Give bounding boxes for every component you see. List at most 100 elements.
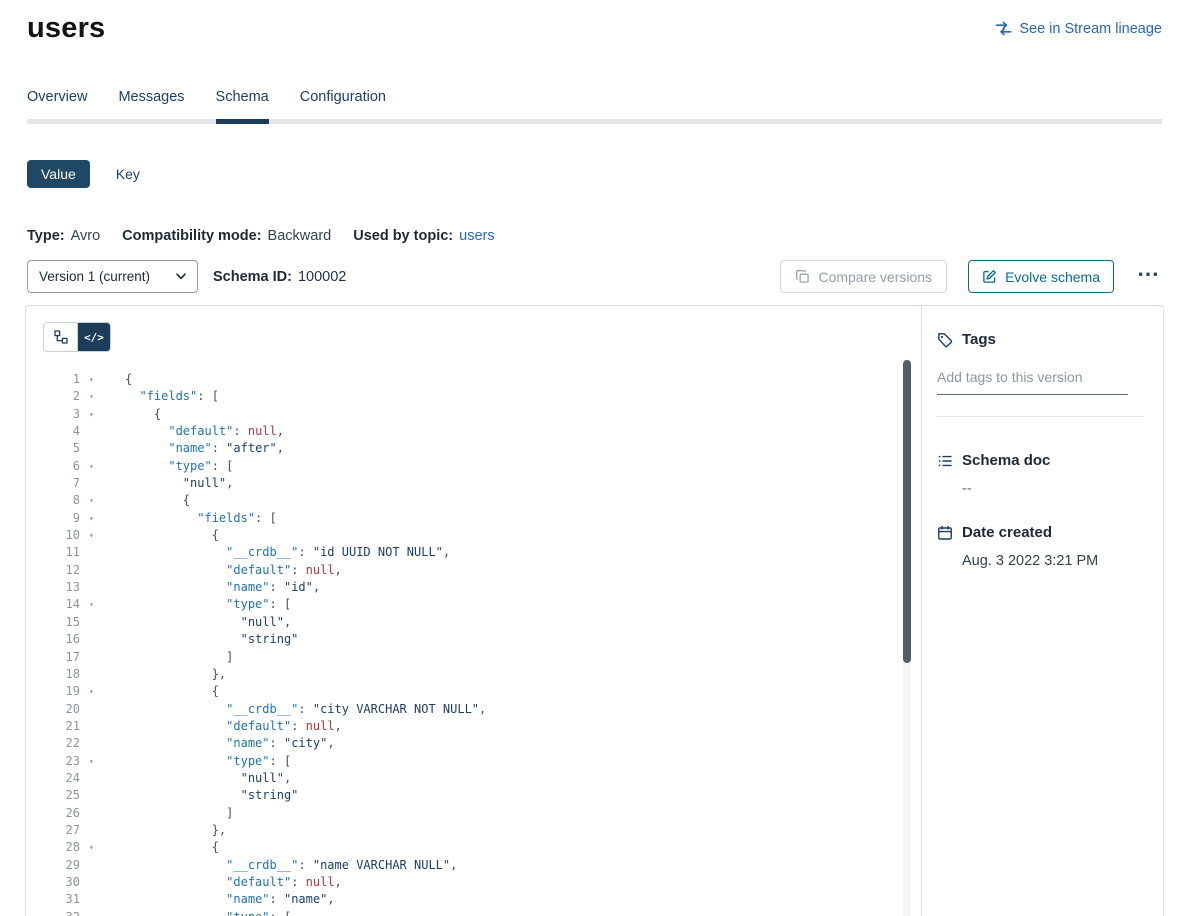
sidebar-divider [937, 416, 1144, 417]
fold-spacer [89, 857, 103, 874]
line-number: 13 [43, 579, 80, 596]
code-line-content: { [125, 406, 161, 423]
fold-spacer [89, 423, 103, 440]
stream-lineage-link[interactable]: See in Stream lineage [995, 21, 1162, 37]
schema-id-value: 100002 [298, 269, 346, 285]
tab-schema[interactable]: Schema [216, 89, 269, 119]
fold-spacer [89, 475, 103, 492]
line-number: 25 [43, 787, 80, 804]
stream-lineage-icon [995, 21, 1012, 36]
line-number: 20 [43, 701, 80, 718]
line-number: 6 [43, 458, 80, 475]
code-line: 11 "__crdb__": "id UUID NOT NULL", [43, 544, 921, 561]
evolve-schema-label: Evolve schema [1005, 269, 1100, 285]
code-line-content: "default": null, [125, 718, 342, 735]
code-line: 26 ] [43, 805, 921, 822]
code-line: 7 "null", [43, 475, 921, 492]
tags-title: Tags [962, 331, 996, 348]
code-line: 21 "default": null, [43, 718, 921, 735]
page-header: users See in Stream lineage [0, 0, 1189, 45]
fold-arrow-icon[interactable]: ▾ [89, 683, 103, 700]
compare-versions-button[interactable]: Compare versions [780, 260, 947, 293]
fold-arrow-icon[interactable]: ▾ [89, 596, 103, 613]
tab-messages[interactable]: Messages [118, 89, 184, 119]
code-line-content: "default": null, [125, 423, 284, 440]
version-select[interactable]: Version 1 (current) [27, 260, 198, 293]
code-line: 2▾ "fields": [ [43, 388, 921, 405]
code-line: 25 "string" [43, 787, 921, 804]
value-toggle-button[interactable]: Value [27, 160, 90, 188]
code-line: 15 "null", [43, 614, 921, 631]
code-line: 14▾ "type": [ [43, 596, 921, 613]
code-line-content: "fields": [ [125, 388, 219, 405]
line-number: 17 [43, 649, 80, 666]
tab-configuration[interactable]: Configuration [300, 89, 386, 119]
topic-users-link[interactable]: users [459, 228, 494, 244]
fold-arrow-icon[interactable]: ▾ [89, 753, 103, 770]
schema-id: Schema ID: 100002 [213, 269, 346, 285]
meta-type-label: Type: [27, 228, 65, 244]
tab-overview[interactable]: Overview [27, 89, 87, 119]
tab-bar: Overview Messages Schema Configuration [27, 89, 1162, 124]
scrollbar-thumb[interactable] [903, 360, 911, 663]
schema-doc-header: Schema doc [937, 452, 1143, 469]
copy-icon [795, 269, 810, 284]
code-line: 22 "name": "city", [43, 735, 921, 752]
meta-compatibility: Compatibility mode: Backward [122, 228, 331, 244]
meta-topic-label: Used by topic: [353, 228, 453, 244]
compare-versions-label: Compare versions [818, 269, 932, 285]
edit-icon [982, 269, 997, 284]
fold-arrow-icon[interactable]: ▾ [89, 458, 103, 475]
tree-view-button[interactable] [44, 323, 77, 351]
fold-spacer [89, 770, 103, 787]
code-line-content: "null", [125, 770, 291, 787]
code-line: 13 "name": "id", [43, 579, 921, 596]
meta-type-value: Avro [71, 228, 101, 244]
fold-arrow-icon[interactable]: ▾ [89, 527, 103, 544]
code-line: 28▾ { [43, 839, 921, 856]
schema-meta: Type: Avro Compatibility mode: Backward … [27, 228, 1162, 244]
schema-doc-section: Schema doc -- [937, 452, 1143, 497]
editor-scrollbar[interactable] [903, 359, 911, 916]
fold-arrow-icon[interactable]: ▾ [89, 388, 103, 405]
code-line: 9▾ "fields": [ [43, 510, 921, 527]
fold-arrow-icon[interactable]: ▾ [89, 909, 103, 916]
code-line-content: "null", [125, 614, 291, 631]
code-view-button[interactable]: </> [77, 323, 110, 351]
schema-doc-value: -- [962, 481, 1143, 497]
code-line-content: { [125, 371, 132, 388]
date-created-section: Date created Aug. 3 2022 3:21 PM [937, 524, 1143, 569]
code-line: 5 "name": "after", [43, 440, 921, 457]
add-tags-input[interactable] [937, 367, 1128, 395]
fold-spacer [89, 579, 103, 596]
fold-arrow-icon[interactable]: ▾ [89, 839, 103, 856]
line-number: 30 [43, 874, 80, 891]
meta-compat-value: Backward [268, 228, 332, 244]
line-number: 32 [43, 909, 80, 916]
line-number: 16 [43, 631, 80, 648]
evolve-schema-button[interactable]: Evolve schema [968, 260, 1114, 293]
fold-arrow-icon[interactable]: ▾ [89, 371, 103, 388]
calendar-icon [937, 525, 953, 541]
fold-spacer [89, 822, 103, 839]
date-created-value: Aug. 3 2022 3:21 PM [962, 553, 1143, 569]
schema-doc-title: Schema doc [962, 452, 1050, 469]
fold-arrow-icon[interactable]: ▾ [89, 406, 103, 423]
fold-arrow-icon[interactable]: ▾ [89, 510, 103, 527]
fold-spacer [89, 666, 103, 683]
code-line: 32▾ "type": [ [43, 909, 921, 916]
code-line-content: "name": "city", [125, 735, 335, 752]
tree-view-icon [54, 330, 68, 344]
line-number: 11 [43, 544, 80, 561]
fold-arrow-icon[interactable]: ▾ [89, 492, 103, 509]
code-line-content: "string" [125, 787, 298, 804]
more-options-button[interactable]: ⋯ [1135, 261, 1162, 293]
code-line: 17 ] [43, 649, 921, 666]
code-line: 16 "string" [43, 631, 921, 648]
code-line-content: ] [125, 649, 233, 666]
code-line-content: }, [125, 822, 226, 839]
code-line: 31 "name": "name", [43, 891, 921, 908]
code-line-content: "__crdb__": "city VARCHAR NOT NULL", [125, 701, 486, 718]
editor-view-toggle: </> [43, 322, 111, 352]
key-toggle-button[interactable]: Key [116, 166, 140, 182]
